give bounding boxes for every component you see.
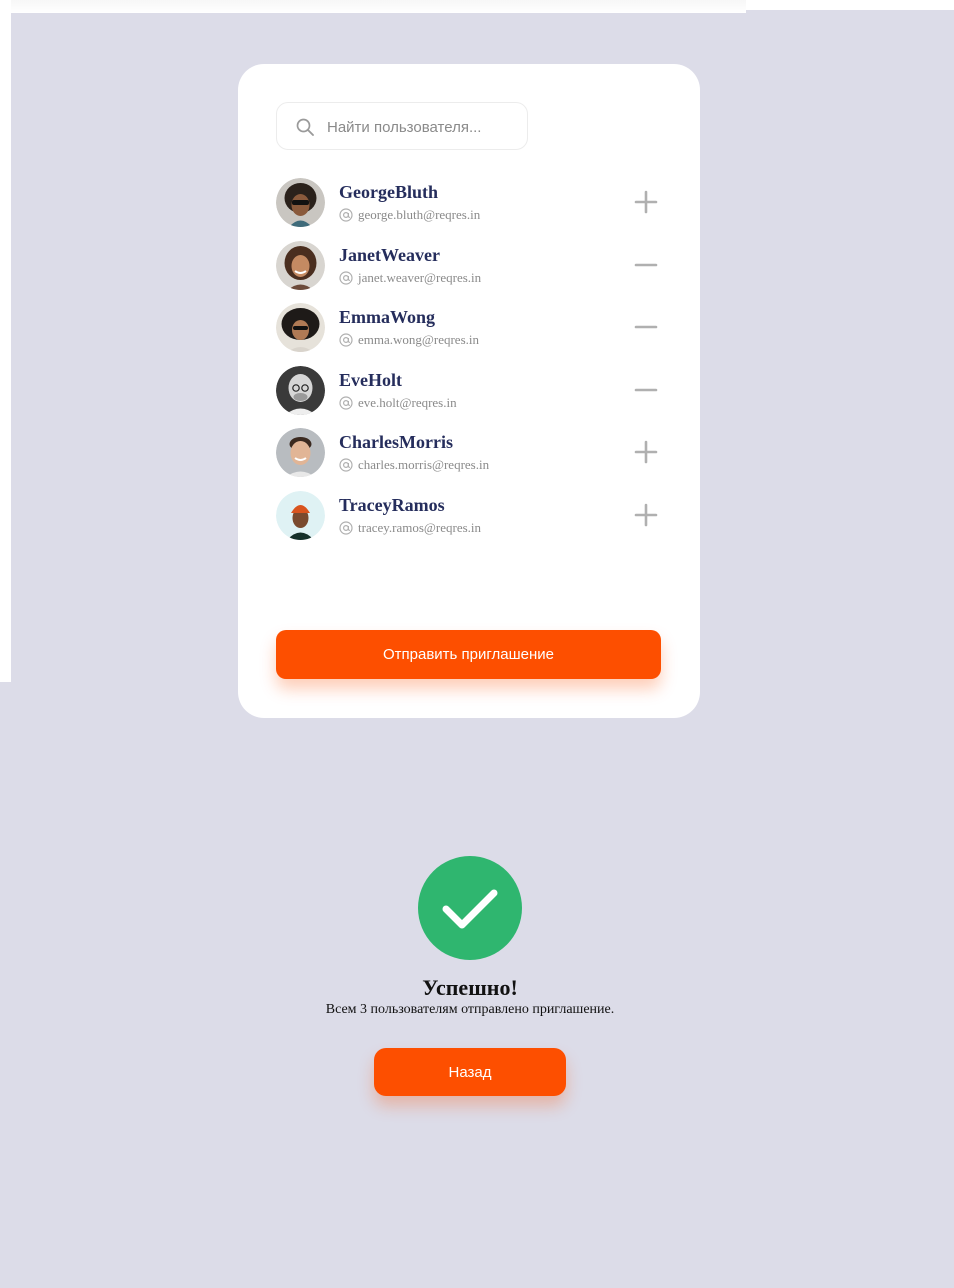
success-title: Успешно! <box>422 975 518 1000</box>
search-input[interactable] <box>325 113 519 141</box>
user-list: GeorgeBluth george.bluth@reqres.in JanetWe… <box>276 178 662 554</box>
user-email: george.bluth@reqres.in <box>358 207 481 222</box>
user-email: eve.holt@reqres.in <box>358 394 457 410</box>
user-email: janet.weaver@reqres.in <box>358 269 482 285</box>
user-name: JanetWeaver <box>339 244 440 265</box>
plus-icon[interactable] <box>634 440 658 464</box>
user-email-line: tracey.ramos@reqres.in <box>339 520 481 536</box>
search-box[interactable] <box>276 102 528 150</box>
user-name: CharlesMorris <box>339 432 453 453</box>
at-icon <box>339 458 353 472</box>
at-icon <box>339 396 353 410</box>
success-message: Всем 3 пользователям отправлено приглаше… <box>325 1002 615 1017</box>
user-name: EveHolt <box>339 369 402 390</box>
avatar <box>276 428 325 478</box>
left-edge <box>0 0 11 682</box>
user-email: tracey.ramos@reqres.in <box>358 519 482 535</box>
avatar <box>276 240 325 290</box>
user-row-traceyramos: TraceyRamos tracey.ramos@reqres.in <box>276 490 662 554</box>
at-icon <box>339 270 353 285</box>
user-name: GeorgeBluth <box>339 182 438 202</box>
minus-icon[interactable] <box>634 378 658 402</box>
avatar <box>276 365 325 415</box>
plus-icon[interactable] <box>634 190 658 214</box>
user-email-line: emma.wong@reqres.in <box>339 332 479 348</box>
search-icon <box>296 118 314 136</box>
user-row-emmawong: EmmaWong emma.wong@reqres.in <box>276 303 662 366</box>
minus-icon[interactable] <box>634 253 658 277</box>
user-email-line: eve.holt@reqres.in <box>339 395 457 411</box>
user-email-line: george.bluth@reqres.in <box>339 207 480 223</box>
user-email-line: janet.weaver@reqres.in <box>339 270 481 286</box>
at-icon <box>339 521 353 535</box>
top-edge-right <box>746 0 954 10</box>
user-email-line: charles.morris@reqres.in <box>339 457 489 473</box>
user-name: EmmaWong <box>339 307 436 328</box>
at-icon <box>339 208 353 222</box>
back-button[interactable]: Назад <box>374 1048 566 1096</box>
top-edge <box>0 0 746 13</box>
at-icon <box>339 333 353 347</box>
plus-icon[interactable] <box>634 503 658 527</box>
user-name: TraceyRamos <box>339 494 445 515</box>
avatar <box>276 178 325 227</box>
user-email: charles.morris@reqres.in <box>358 457 490 473</box>
user-email: emma.wong@reqres.in <box>358 332 479 348</box>
avatar <box>276 303 325 353</box>
invite-card: GeorgeBluth george.bluth@reqres.in JanetWe… <box>238 64 700 718</box>
user-row-janetweaver: JanetWeaver janet.weaver@reqres.in <box>276 240 662 304</box>
minus-icon[interactable] <box>634 315 658 339</box>
user-row-eveholt: EveHolt eve.holt@reqres.in <box>276 365 662 429</box>
avatar <box>276 490 325 540</box>
send-invite-button[interactable]: Отправить приглашение <box>276 630 661 679</box>
user-row-charlesmorris: CharlesMorris charles.morris@reqres.in <box>276 428 662 491</box>
checkmark-icon <box>418 856 522 960</box>
user-row-georgebluth: GeorgeBluth george.bluth@reqres.in <box>276 178 662 241</box>
